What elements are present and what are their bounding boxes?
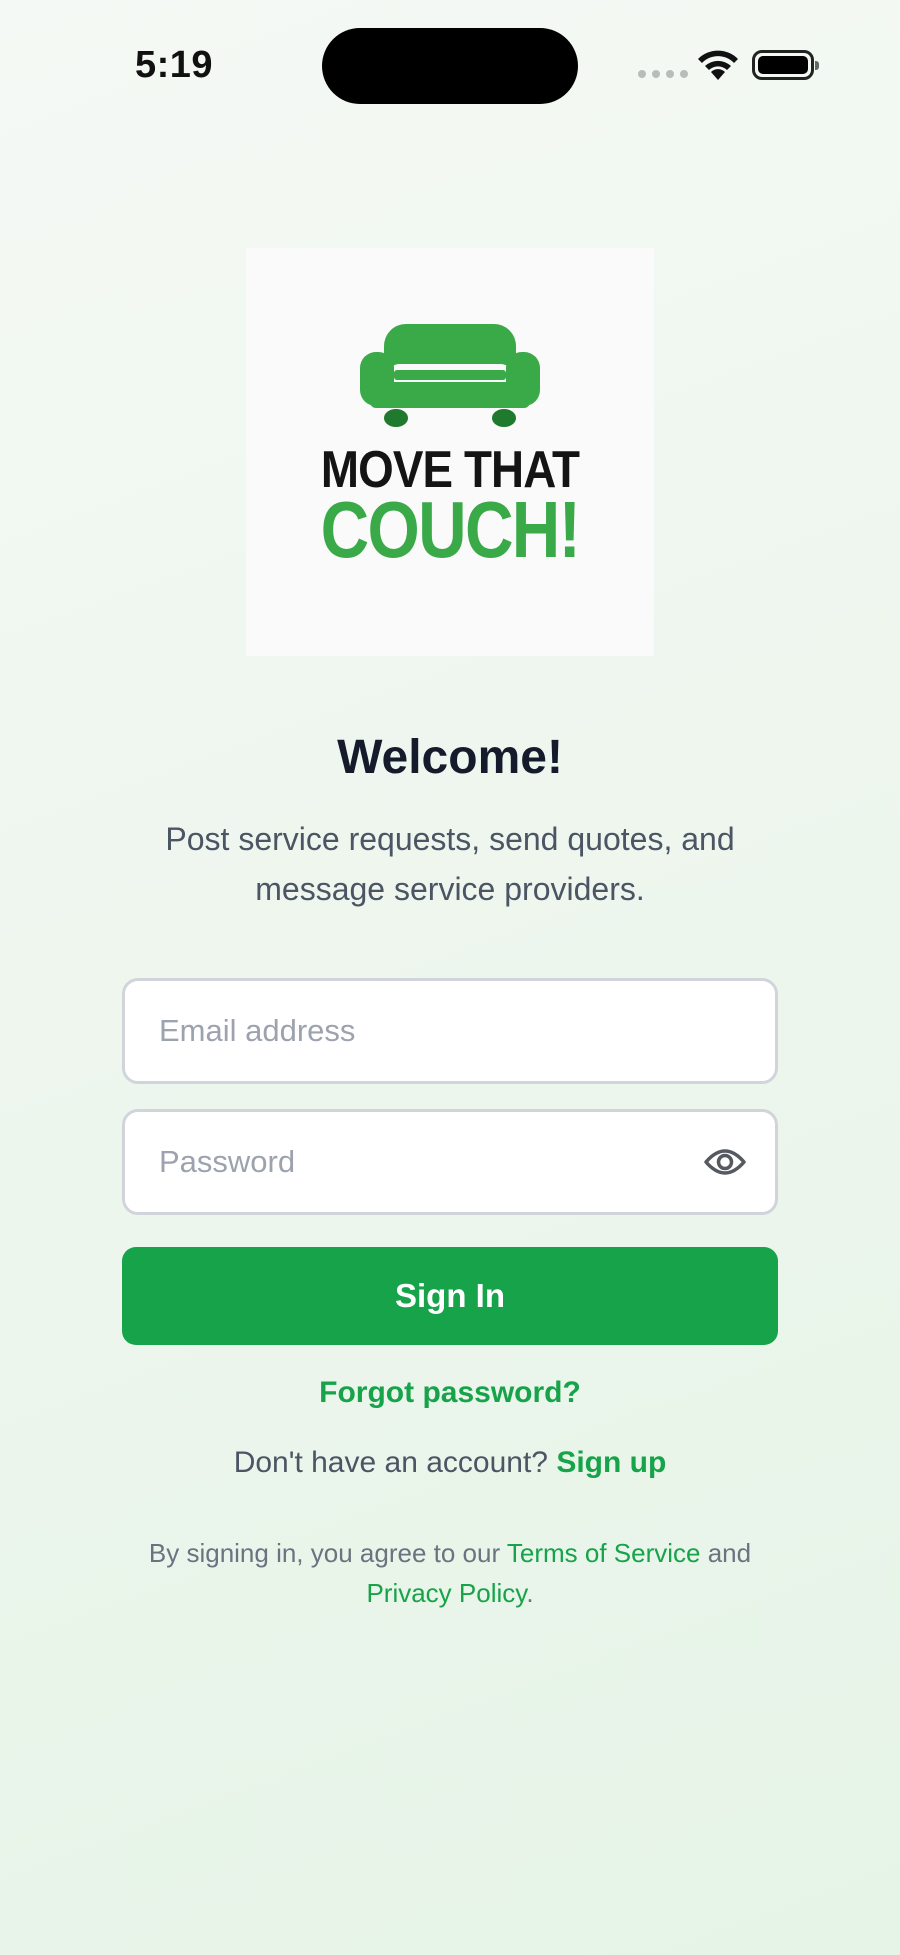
eye-icon[interactable] (703, 1142, 747, 1182)
email-field-container (122, 978, 778, 1084)
legal-suffix: . (526, 1578, 534, 1608)
password-field-container (122, 1109, 778, 1215)
wifi-icon (698, 50, 738, 80)
legal-prefix: By signing in, you agree to our (148, 1538, 501, 1568)
couch-icon (360, 324, 540, 427)
legal-and: and (707, 1538, 752, 1568)
password-input[interactable] (159, 1112, 679, 1212)
app-logo: MOVE THAT COUCH! (246, 248, 654, 656)
email-input[interactable] (159, 981, 679, 1081)
legal-notice: By signing in, you agree to our Terms of… (110, 1533, 790, 1613)
sign-up-link[interactable]: Sign up (556, 1446, 666, 1479)
sign-in-button[interactable]: Sign In (122, 1247, 778, 1345)
signup-row: Don't have an account? Sign up (0, 1446, 900, 1480)
forgot-password-link[interactable]: Forgot password? (0, 1376, 900, 1410)
terms-of-service-link[interactable]: Terms of Service (507, 1538, 701, 1568)
battery-icon (752, 50, 819, 80)
status-bar-time: 5:19 (135, 44, 214, 86)
signup-prompt: Don't have an account? (233, 1446, 548, 1479)
dynamic-island (322, 28, 578, 104)
cellular-signal-icon (638, 70, 688, 78)
page-subtitle: Post service requests, send quotes, and … (165, 821, 735, 907)
page-title: Welcome! (337, 731, 563, 784)
privacy-policy-link[interactable]: Privacy Policy (366, 1578, 526, 1608)
logo-text-line2: COUCH! (320, 485, 581, 574)
